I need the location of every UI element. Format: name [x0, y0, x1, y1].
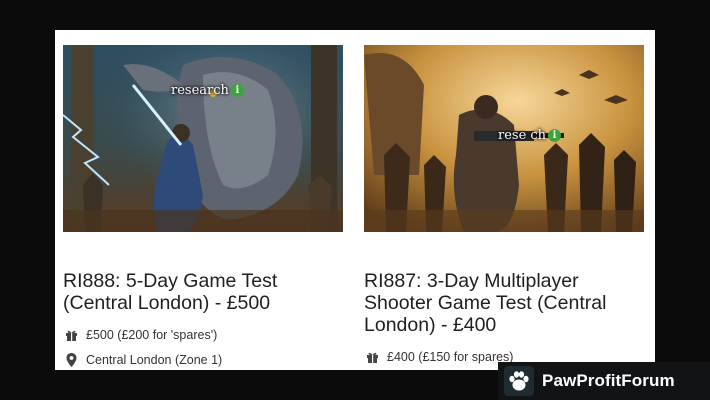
watermark: research i: [171, 83, 244, 98]
gift-icon: [364, 350, 380, 364]
info-icon: i: [230, 84, 244, 97]
location-text: Central London (Zone 1): [86, 353, 223, 367]
fantasy-battle-image: [63, 45, 343, 232]
reward-text: £400 (£150 for spares): [387, 350, 514, 364]
listing-card: rese ch i RI887: 3-Day Multiplayer Shoot…: [364, 45, 644, 364]
watermark-text: rese ch: [498, 128, 547, 143]
map-pin-icon: [63, 353, 79, 367]
listing-location: Central London (Zone 1): [63, 353, 343, 367]
listing-reward: £500 (£200 for 'spares'): [63, 328, 343, 342]
listing-title[interactable]: RI887: 3-Day Multiplayer Shooter Game Te…: [364, 270, 644, 336]
watermark-text: research: [171, 83, 229, 98]
listing-image[interactable]: rese ch i: [364, 45, 644, 232]
watermark: rese ch i: [498, 128, 562, 143]
listing-image[interactable]: research i: [63, 45, 343, 232]
brand-badge[interactable]: PawProfitForum: [498, 362, 710, 400]
info-icon: i: [548, 129, 562, 142]
gift-icon: [63, 328, 79, 342]
paw-icon: [504, 366, 534, 396]
reward-text: £500 (£200 for 'spares'): [86, 328, 218, 342]
listing-title[interactable]: RI888: 5-Day Game Test (Central London) …: [63, 270, 343, 314]
listings-panel: research i RI888: 5-Day Game Test (Centr…: [55, 30, 655, 370]
brand-name: PawProfitForum: [542, 371, 675, 390]
listing-card: research i RI888: 5-Day Game Test (Centr…: [63, 45, 343, 367]
